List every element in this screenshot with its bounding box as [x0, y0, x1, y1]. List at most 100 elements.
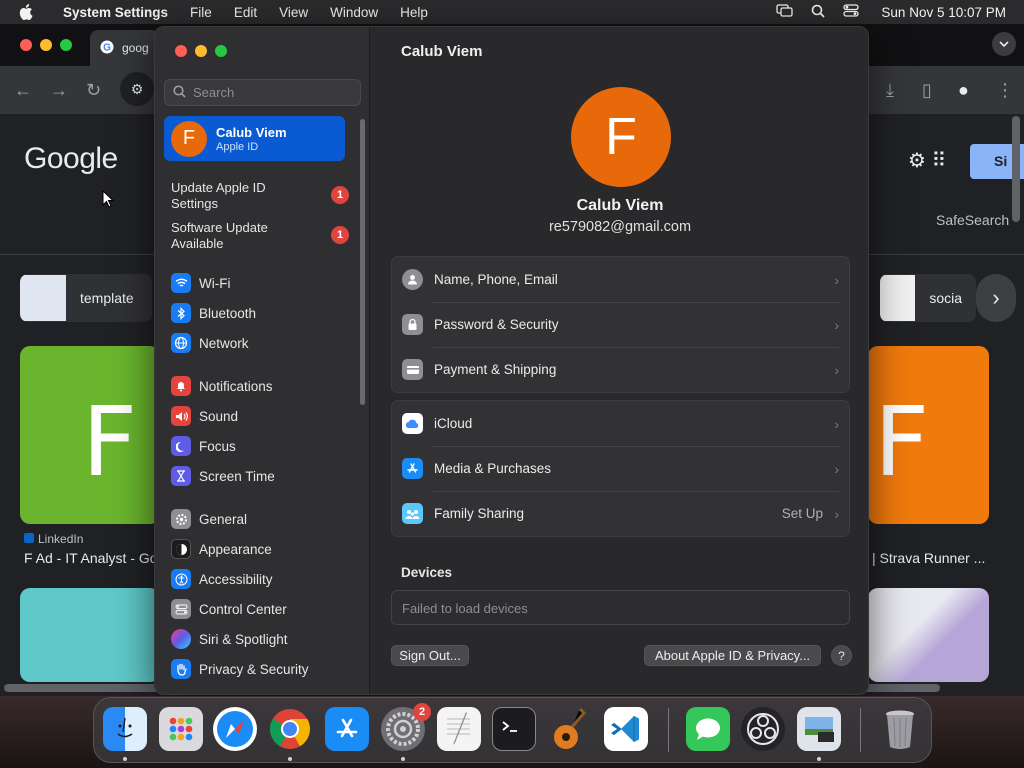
- sidebar-item-wifi[interactable]: Wi-Fi: [171, 272, 230, 294]
- chrome-zoom-button[interactable]: [60, 39, 72, 51]
- sidebar-item-siri-spotlight[interactable]: Siri & Spotlight: [171, 628, 288, 650]
- sidebar-item-label: Sound: [199, 408, 239, 424]
- spotlight-search-icon[interactable]: [811, 4, 826, 21]
- settings-gear-icon[interactable]: ⚙ ⠿: [908, 148, 946, 173]
- menu-file[interactable]: File: [179, 5, 223, 20]
- garageband-icon[interactable]: [548, 707, 592, 751]
- sidebar-item-label: Control Center: [199, 601, 287, 617]
- profile-icon[interactable]: ●: [958, 80, 969, 101]
- sidebar-item-focus[interactable]: Focus: [171, 435, 236, 457]
- textedit-icon[interactable]: [437, 707, 481, 751]
- help-button[interactable]: ?: [831, 645, 852, 666]
- download-icon[interactable]: ⤓: [886, 80, 894, 101]
- notice-label: Update Apple ID Settings: [171, 180, 266, 211]
- card-letter: F: [874, 386, 930, 498]
- running-indicator: [401, 757, 405, 761]
- payment-shipping-row[interactable]: Payment & Shipping ›: [392, 347, 849, 392]
- image-result-card[interactable]: [20, 588, 160, 682]
- sidebar-item-bluetooth[interactable]: Bluetooth: [171, 302, 256, 324]
- trash-icon[interactable]: [878, 707, 922, 751]
- safesearch-label[interactable]: SafeSearch: [936, 212, 1009, 228]
- image-result-card[interactable]: F: [868, 346, 989, 524]
- sidebar-item-appearance[interactable]: Appearance: [171, 538, 272, 560]
- avatar[interactable]: F: [571, 87, 671, 187]
- chevron-right-icon[interactable]: ›: [976, 274, 1016, 322]
- control-center-icon[interactable]: [843, 4, 860, 20]
- family-sharing-row[interactable]: Family Sharing Set Up ›: [392, 491, 849, 536]
- menu-help[interactable]: Help: [389, 5, 439, 20]
- menu-bar-clock[interactable]: Sun Nov 5 10:07 PM: [881, 5, 1006, 20]
- sign-out-button[interactable]: Sign Out...: [391, 645, 469, 666]
- chip-label: template: [80, 290, 134, 306]
- sidebar-item-sound[interactable]: Sound: [171, 405, 238, 427]
- sidebar-scrollbar[interactable]: [360, 119, 365, 405]
- sidebar-item-update-apple-id[interactable]: Update Apple ID Settings 1: [171, 180, 351, 212]
- password-security-row[interactable]: Password & Security ›: [392, 302, 849, 347]
- sidebar-item-notifications[interactable]: Notifications: [171, 375, 273, 397]
- account-settings-group: Name, Phone, Email › Password & Security…: [391, 256, 850, 393]
- safari-icon[interactable]: [213, 707, 257, 751]
- sidebar-item-control-center[interactable]: Control Center: [171, 598, 287, 620]
- about-apple-id-privacy-button[interactable]: About Apple ID & Privacy...: [644, 645, 821, 666]
- menu-view[interactable]: View: [268, 5, 319, 20]
- card-caption[interactable]: F Ad - IT Analyst - Go: [24, 550, 158, 566]
- google-logo[interactable]: Google: [24, 142, 118, 176]
- related-chip-social[interactable]: socia: [880, 274, 976, 322]
- image-result-card[interactable]: [868, 588, 989, 682]
- sidebar-item-screen-time[interactable]: Screen Time: [171, 465, 275, 487]
- menu-app-name[interactable]: System Settings: [52, 5, 179, 20]
- related-chip-template[interactable]: template: [20, 274, 152, 322]
- app-store-icon[interactable]: [325, 707, 369, 751]
- terminal-icon[interactable]: [492, 707, 536, 751]
- apple-menu-icon[interactable]: [0, 4, 52, 20]
- notification-badge: 1: [331, 226, 349, 244]
- gear-icon: [171, 509, 191, 529]
- chrome-close-button[interactable]: [20, 39, 32, 51]
- sidebar-item-privacy-security[interactable]: Privacy & Security: [171, 658, 309, 680]
- launchpad-icon[interactable]: [159, 707, 203, 751]
- moon-icon: [171, 436, 191, 456]
- site-settings-icon[interactable]: ⚙: [120, 72, 154, 106]
- family-sharing-setup[interactable]: Set Up: [782, 506, 823, 521]
- sidebar-item-network[interactable]: Network: [171, 332, 249, 354]
- minimize-button[interactable]: [195, 45, 207, 57]
- sidebar-item-accessibility[interactable]: Accessibility: [171, 568, 273, 590]
- screen-mirroring-icon[interactable]: [776, 4, 794, 20]
- chevron-down-icon[interactable]: [992, 32, 1016, 56]
- devices-status: Failed to load devices: [391, 590, 850, 625]
- name-phone-email-row[interactable]: Name, Phone, Email ›: [392, 257, 849, 302]
- preview-icon[interactable]: [797, 707, 841, 751]
- chrome-tab[interactable]: G goog: [90, 30, 160, 66]
- page-title: Calub Viem: [401, 43, 483, 60]
- zoom-button[interactable]: [215, 45, 227, 57]
- back-arrow-icon[interactable]: ←: [14, 80, 32, 101]
- row-label: Media & Purchases: [434, 461, 552, 476]
- chrome-vertical-scrollbar[interactable]: [1012, 116, 1020, 222]
- card-icon: [402, 359, 423, 380]
- menu-edit[interactable]: Edit: [223, 5, 268, 20]
- svg-text:G: G: [103, 42, 111, 53]
- chrome-minimize-button[interactable]: [40, 39, 52, 51]
- account-subtitle: Apple ID: [216, 140, 259, 153]
- messages-icon[interactable]: [686, 707, 730, 751]
- sidebar-item-apple-id[interactable]: F Calub Viem Apple ID: [164, 116, 345, 161]
- reload-icon[interactable]: ↻: [86, 80, 101, 101]
- media-purchases-row[interactable]: Media & Purchases ›: [392, 446, 849, 491]
- side-panel-icon[interactable]: ▯: [922, 80, 932, 101]
- sidebar-item-label: Notifications: [199, 378, 273, 394]
- sidebar-search-field[interactable]: Search: [164, 79, 361, 106]
- obs-icon[interactable]: [741, 707, 785, 751]
- card-source[interactable]: LinkedIn: [24, 532, 83, 546]
- sidebar-item-software-update[interactable]: Software Update Available 1: [171, 220, 351, 252]
- sidebar-item-general[interactable]: General: [171, 508, 247, 530]
- chrome-icon[interactable]: [268, 707, 312, 751]
- icloud-row[interactable]: iCloud ›: [392, 401, 849, 446]
- close-button[interactable]: [175, 45, 187, 57]
- card-caption[interactable]: | Strava Runner ...: [872, 550, 985, 566]
- image-result-card[interactable]: F: [20, 346, 160, 524]
- more-menu-icon[interactable]: ⋮: [996, 80, 1014, 101]
- menu-window[interactable]: Window: [319, 5, 389, 20]
- forward-arrow-icon[interactable]: →: [50, 80, 68, 101]
- finder-icon[interactable]: [103, 707, 147, 751]
- vscode-icon[interactable]: [604, 707, 648, 751]
